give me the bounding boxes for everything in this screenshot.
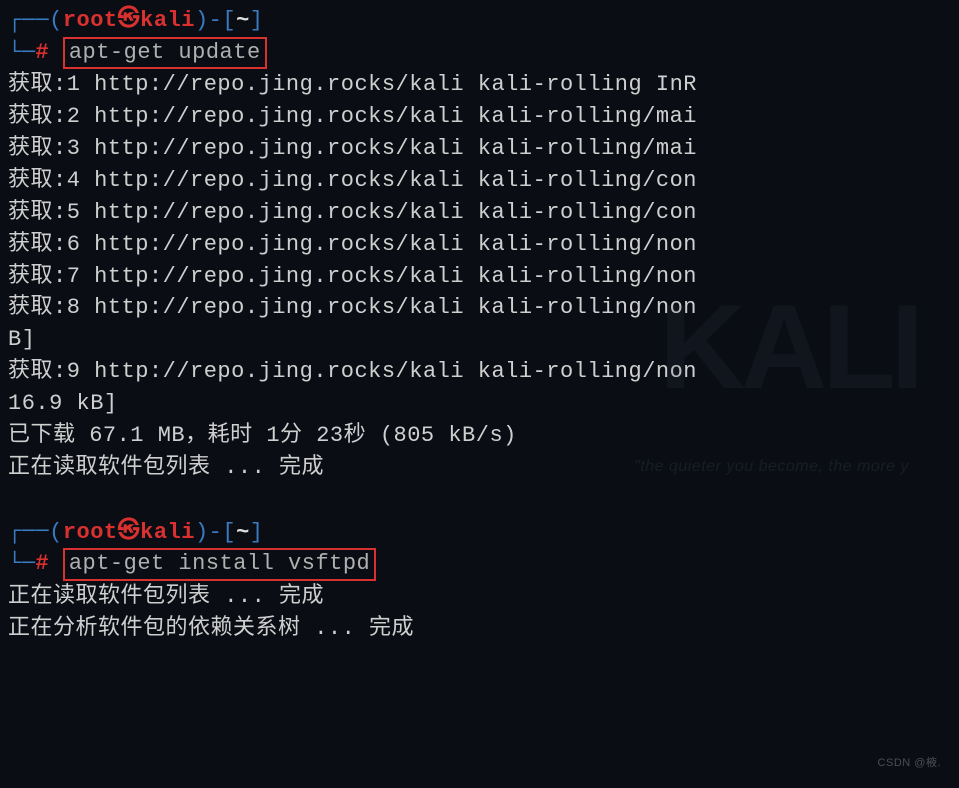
- csdn-watermark: CSDN @棭.: [878, 756, 941, 772]
- prompt-path: ~: [236, 519, 250, 544]
- output-line: 获取:3 http://repo.jing.rocks/kali kali-ro…: [8, 133, 951, 165]
- output-line: 获取:7 http://repo.jing.rocks/kali kali-ro…: [8, 261, 951, 293]
- prompt-user: root: [63, 8, 118, 33]
- output-line: 获取:6 http://repo.jing.rocks/kali kali-ro…: [8, 229, 951, 261]
- output-line: 正在读取软件包列表 ... 完成: [8, 581, 951, 613]
- corner-bottom-icon: [8, 40, 35, 65]
- close-paren: ): [195, 8, 209, 33]
- open-paren: (: [49, 519, 63, 544]
- corner-bottom-icon: [8, 551, 35, 576]
- corner-top-icon: [8, 8, 49, 33]
- output-line: 16.9 kB]: [8, 388, 951, 420]
- dash-open-bracket: -[: [209, 8, 236, 33]
- hash-prompt: #: [35, 551, 49, 576]
- output-line: 获取:9 http://repo.jing.rocks/kali kali-ro…: [8, 356, 951, 388]
- output-line: 正在分析软件包的依赖关系树 ... 完成: [8, 613, 951, 645]
- open-paren: (: [49, 8, 63, 33]
- prompt-path: ~: [236, 8, 250, 33]
- prompt-line-2-top: (root㉿kali)-[~]: [8, 516, 951, 549]
- close-paren: ): [195, 519, 209, 544]
- prompt-line-1-top: (root㉿kali)-[~]: [8, 4, 951, 37]
- prompt-line-2-bottom: # apt-get install vsftpd: [8, 548, 951, 581]
- skull-icon: ㉿: [118, 4, 141, 36]
- close-bracket: ]: [250, 8, 264, 33]
- output-line: 获取:4 http://repo.jing.rocks/kali kali-ro…: [8, 165, 951, 197]
- output-line: 获取:1 http://repo.jing.rocks/kali kali-ro…: [8, 69, 951, 101]
- dash-open-bracket: -[: [209, 519, 236, 544]
- output-line: 获取:5 http://repo.jing.rocks/kali kali-ro…: [8, 197, 951, 229]
- command-input-2[interactable]: apt-get install vsftpd: [63, 548, 376, 581]
- corner-top-icon: [8, 519, 49, 544]
- output-line: 获取:8 http://repo.jing.rocks/kali kali-ro…: [8, 292, 951, 324]
- blank-line: [8, 484, 951, 516]
- prompt-host: kali: [140, 8, 195, 33]
- output-line: B]: [8, 324, 951, 356]
- output-line: 已下载 67.1 MB，耗时 1分 23秒 (805 kB/s): [8, 420, 951, 452]
- prompt-line-1-bottom: # apt-get update: [8, 37, 951, 70]
- output-line: 获取:2 http://repo.jing.rocks/kali kali-ro…: [8, 101, 951, 133]
- prompt-host: kali: [140, 519, 195, 544]
- skull-icon: ㉿: [118, 516, 141, 548]
- prompt-user: root: [63, 519, 118, 544]
- output-line: 正在读取软件包列表 ... 完成: [8, 452, 951, 484]
- hash-prompt: #: [35, 40, 49, 65]
- close-bracket: ]: [250, 519, 264, 544]
- command-input-1[interactable]: apt-get update: [63, 37, 267, 70]
